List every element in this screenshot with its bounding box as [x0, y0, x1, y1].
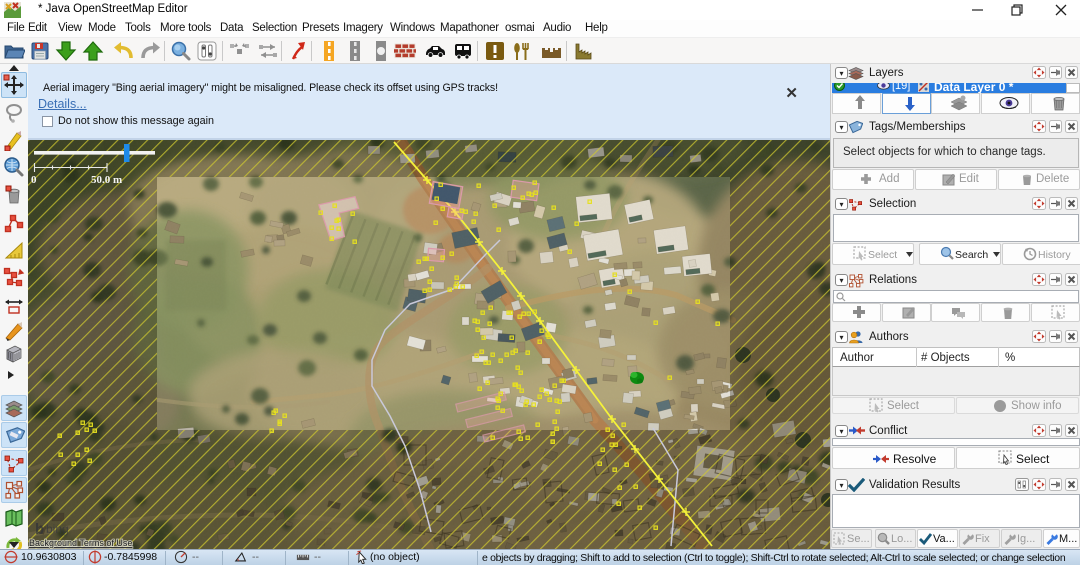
- svg-text:0: 0: [31, 174, 37, 186]
- svg-text:50.0 m: 50.0 m: [91, 174, 122, 186]
- svg-text:b: b: [35, 521, 44, 538]
- svg-text:Background Terms of Use: Background Terms of Use: [29, 538, 132, 548]
- svg-text:bing: bing: [46, 522, 69, 536]
